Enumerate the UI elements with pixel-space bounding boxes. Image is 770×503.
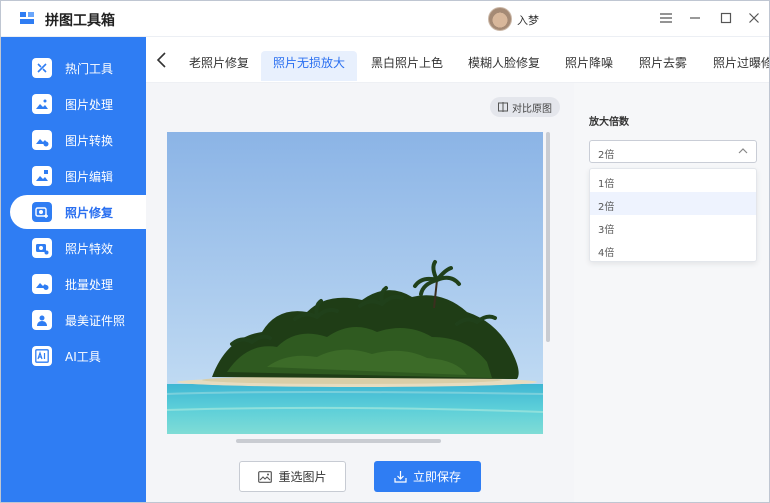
zoom-option-2x[interactable]: 2倍 bbox=[590, 192, 756, 215]
sidebar-item-image-convert[interactable]: 图片转换 bbox=[10, 123, 146, 157]
save-now-button[interactable]: 立即保存 bbox=[374, 461, 481, 492]
sidebar-item-label: 批量处理 bbox=[65, 277, 114, 292]
chevron-up-icon bbox=[738, 148, 748, 154]
save-now-label: 立即保存 bbox=[412, 470, 461, 484]
tab-photo-upscale[interactable]: 照片无损放大 bbox=[261, 51, 358, 81]
image-process-icon bbox=[32, 94, 52, 114]
compare-icon bbox=[498, 102, 508, 112]
hot-tools-icon bbox=[32, 58, 52, 78]
zoom-option-1x[interactable]: 1倍 bbox=[590, 169, 756, 192]
compare-original-label: 对比原图 bbox=[512, 103, 552, 115]
batch-process-icon bbox=[32, 274, 52, 294]
reselect-image-label: 重选图片 bbox=[278, 470, 327, 484]
tabs-bar: 老照片修复 照片无损放大 黑白照片上色 模糊人脸修复 照片降噪 照片去雾 照片过… bbox=[146, 37, 769, 83]
photo-effect-icon bbox=[32, 238, 52, 258]
tab-photo-overexposure[interactable]: 照片过曝修 bbox=[713, 51, 769, 81]
app-title: 拼图工具箱 bbox=[45, 13, 115, 29]
sidebar-item-label: AI工具 bbox=[65, 349, 101, 364]
app-window: 拼图工具箱 入梦 热门工具 图片处理 图片转换 图片编辑 照片修复 照片特效 批… bbox=[0, 0, 770, 503]
sidebar-item-photo-effect[interactable]: 照片特效 bbox=[10, 231, 146, 265]
image-convert-icon bbox=[32, 130, 52, 150]
sidebar-item-label: 图片转换 bbox=[65, 133, 114, 148]
horizontal-scrollbar[interactable] bbox=[236, 439, 441, 443]
image-edit-icon bbox=[32, 166, 52, 186]
minimize-icon[interactable] bbox=[686, 9, 704, 27]
sidebar-item-label: 图片处理 bbox=[65, 97, 114, 112]
tab-bw-colorize[interactable]: 黑白照片上色 bbox=[371, 51, 443, 81]
zoom-factor-value: 2倍 bbox=[598, 150, 615, 161]
sidebar-item-label: 照片修复 bbox=[65, 205, 114, 220]
sidebar-item-label: 照片特效 bbox=[65, 241, 114, 256]
main-preview-area: 对比原图 重选图片 立即保存 bbox=[146, 83, 574, 502]
vertical-scrollbar[interactable] bbox=[546, 132, 550, 342]
zoom-option-4x[interactable]: 4倍 bbox=[590, 238, 756, 261]
tab-old-photo-repair[interactable]: 老照片修复 bbox=[189, 51, 249, 81]
tab-photo-dehaze[interactable]: 照片去雾 bbox=[639, 51, 687, 81]
reselect-image-button[interactable]: 重选图片 bbox=[239, 461, 346, 492]
sidebar-item-label: 热门工具 bbox=[65, 61, 114, 76]
maximize-icon[interactable] bbox=[717, 9, 735, 27]
sidebar-item-batch-process[interactable]: 批量处理 bbox=[10, 267, 146, 301]
sidebar-item-id-photo[interactable]: 最美证件照 bbox=[10, 303, 146, 337]
settings-panel: 放大倍数 2倍 1倍 2倍 3倍 4倍 bbox=[574, 83, 769, 502]
image-icon bbox=[258, 470, 273, 483]
tab-blurry-face-repair[interactable]: 模糊人脸修复 bbox=[468, 51, 540, 81]
zoom-factor-select[interactable]: 2倍 bbox=[589, 140, 757, 163]
sidebar-item-image-edit[interactable]: 图片编辑 bbox=[10, 159, 146, 193]
sidebar-item-ai-tools[interactable]: AI工具 bbox=[10, 339, 146, 373]
username[interactable]: 入梦 bbox=[517, 12, 539, 28]
close-icon[interactable] bbox=[745, 9, 763, 27]
menu-icon[interactable] bbox=[657, 9, 675, 27]
zoom-option-3x[interactable]: 3倍 bbox=[590, 215, 756, 238]
ai-tools-icon bbox=[32, 346, 52, 366]
download-icon bbox=[394, 471, 407, 483]
zoom-factor-label: 放大倍数 bbox=[589, 117, 629, 128]
title-bar: 拼图工具箱 入梦 bbox=[1, 1, 769, 37]
photo-repair-icon bbox=[32, 202, 52, 222]
tab-photo-denoise[interactable]: 照片降噪 bbox=[565, 51, 613, 81]
sidebar: 热门工具 图片处理 图片转换 图片编辑 照片修复 照片特效 批量处理 最美证件照… bbox=[1, 37, 146, 502]
chevron-left-icon[interactable] bbox=[154, 51, 170, 69]
sidebar-item-image-process[interactable]: 图片处理 bbox=[10, 87, 146, 121]
photo-preview bbox=[167, 132, 543, 434]
sidebar-item-label: 最美证件照 bbox=[65, 313, 126, 328]
compare-original-button[interactable]: 对比原图 bbox=[490, 97, 560, 117]
app-logo-icon bbox=[20, 12, 34, 24]
id-photo-icon bbox=[32, 310, 52, 330]
zoom-factor-dropdown: 1倍 2倍 3倍 4倍 bbox=[589, 168, 757, 262]
sidebar-item-label: 图片编辑 bbox=[65, 169, 114, 184]
sidebar-item-photo-repair[interactable]: 照片修复 bbox=[10, 195, 146, 229]
sidebar-item-hot-tools[interactable]: 热门工具 bbox=[10, 51, 146, 85]
user-avatar[interactable] bbox=[488, 7, 512, 31]
